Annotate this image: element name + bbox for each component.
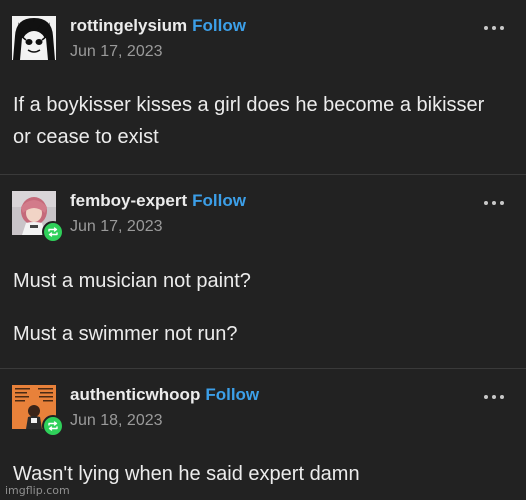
post-3: authenticwhoop Follow Jun 18, 2023 Wasn't… <box>0 368 526 500</box>
post-header: rottingelysium Follow Jun 17, 2023 <box>70 15 466 62</box>
post-paragraph: Must a swimmer not run? <box>13 323 238 345</box>
reblog-icon <box>42 415 64 437</box>
post-body: If a boykisser kisses a girl does he bec… <box>13 89 506 153</box>
avatar[interactable] <box>12 16 56 60</box>
username[interactable]: authenticwhoop <box>70 385 200 404</box>
avatar[interactable] <box>12 385 64 437</box>
follow-button[interactable]: Follow <box>192 16 246 35</box>
post-paragraph: Must a musician not paint? <box>13 270 251 292</box>
gothic-face-avatar-icon <box>12 16 56 60</box>
name-row: rottingelysium Follow <box>70 15 466 37</box>
follow-button[interactable]: Follow <box>205 385 259 404</box>
username[interactable]: rottingelysium <box>70 16 187 35</box>
post-2: femboy-expert Follow Jun 17, 2023 Must a … <box>0 174 526 368</box>
post-body: Wasn't lying when he said expert damn <box>13 458 506 490</box>
post-body: Must a musician not paint? Must a swimme… <box>13 265 506 371</box>
post-date: Jun 17, 2023 <box>70 218 163 235</box>
avatar[interactable] <box>12 191 64 243</box>
name-row: authenticwhoop Follow <box>70 384 466 406</box>
post-date: Jun 18, 2023 <box>70 412 163 429</box>
post-1: rottingelysium Follow Jun 17, 2023 If a b… <box>0 0 526 174</box>
watermark: imgflip.com <box>5 484 70 497</box>
name-row: femboy-expert Follow <box>70 190 466 212</box>
more-options-icon[interactable] <box>484 395 504 399</box>
post-header: authenticwhoop Follow Jun 18, 2023 <box>70 384 466 431</box>
post-paragraph: Wasn't lying when he said expert damn <box>13 463 360 485</box>
username[interactable]: femboy-expert <box>70 191 187 210</box>
more-options-icon[interactable] <box>484 26 504 30</box>
post-date: Jun 17, 2023 <box>70 43 163 60</box>
more-options-icon[interactable] <box>484 201 504 205</box>
follow-button[interactable]: Follow <box>192 191 246 210</box>
post-header: femboy-expert Follow Jun 17, 2023 <box>70 190 466 237</box>
reblog-icon <box>42 221 64 243</box>
post-paragraph: If a boykisser kisses a girl does he bec… <box>13 94 485 148</box>
